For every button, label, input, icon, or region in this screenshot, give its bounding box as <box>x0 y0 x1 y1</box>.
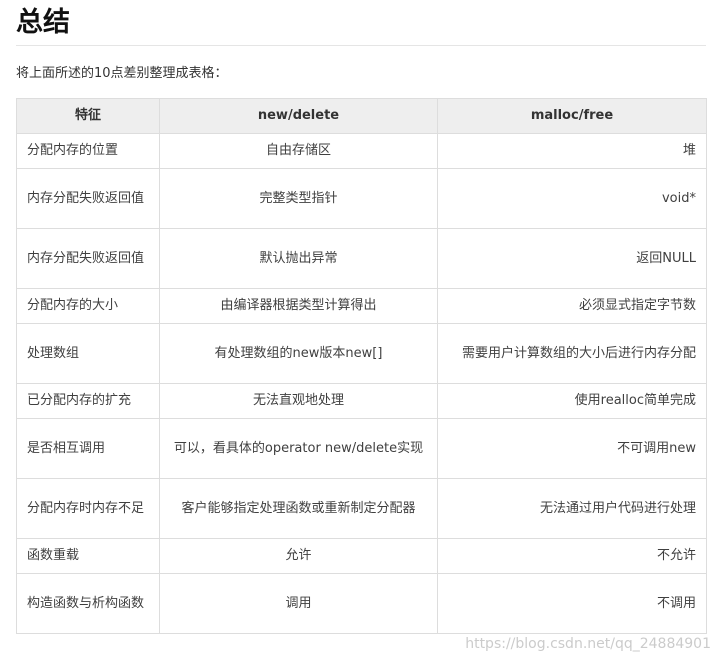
cell-malloc-free: 不可调用new <box>437 418 707 479</box>
table-row: 已分配内存的扩充 无法直观地处理 使用realloc简单完成 <box>16 383 707 419</box>
comparison-table: 特征 new/delete malloc/free 分配内存的位置 自由存储区 … <box>16 98 707 634</box>
table-row: 分配内存的位置 自由存储区 堆 <box>16 133 707 169</box>
cell-malloc-free: 使用realloc简单完成 <box>437 383 707 419</box>
cell-new-delete: 自由存储区 <box>159 133 438 169</box>
cell-feature: 函数重载 <box>16 538 160 574</box>
header-new-delete: new/delete <box>159 98 438 134</box>
table-row: 构造函数与析构函数 调用 不调用 <box>16 573 707 634</box>
cell-malloc-free: 无法通过用户代码进行处理 <box>437 478 707 539</box>
cell-malloc-free: 堆 <box>437 133 707 169</box>
article-body: 总结 将上面所述的10点差别整理成表格： 特征 new/delete mallo… <box>16 0 707 634</box>
watermark: https://blog.csdn.net/qq_24884901 <box>465 636 711 652</box>
cell-malloc-free: void* <box>437 168 707 229</box>
table-row: 内存分配失败返回值 完整类型指针 void* <box>16 168 707 229</box>
cell-new-delete: 默认抛出异常 <box>159 228 438 289</box>
cell-new-delete: 由编译器根据类型计算得出 <box>159 288 438 324</box>
intro-text: 将上面所述的10点差别整理成表格： <box>16 66 228 81</box>
table-row: 分配内存时内存不足 客户能够指定处理函数或重新制定分配器 无法通过用户代码进行处… <box>16 478 707 539</box>
cell-new-delete: 客户能够指定处理函数或重新制定分配器 <box>159 478 438 539</box>
cell-feature: 内存分配失败返回值 <box>16 228 160 289</box>
cell-new-delete: 可以，看具体的operator new/delete实现 <box>159 418 438 479</box>
cell-feature: 内存分配失败返回值 <box>16 168 160 229</box>
cell-new-delete: 无法直观地处理 <box>159 383 438 419</box>
page-title: 总结 <box>16 6 706 46</box>
table-row: 内存分配失败返回值 默认抛出异常 返回NULL <box>16 228 707 289</box>
cell-feature: 分配内存的位置 <box>16 133 160 169</box>
cell-feature: 分配内存时内存不足 <box>16 478 160 539</box>
cell-malloc-free: 不调用 <box>437 573 707 634</box>
table-row: 函数重载 允许 不允许 <box>16 538 707 574</box>
cell-new-delete: 完整类型指针 <box>159 168 438 229</box>
cell-new-delete: 允许 <box>159 538 438 574</box>
cell-feature: 处理数组 <box>16 323 160 384</box>
table-row: 处理数组 有处理数组的new版本new[] 需要用户计算数组的大小后进行内存分配 <box>16 323 707 384</box>
cell-malloc-free: 需要用户计算数组的大小后进行内存分配 <box>437 323 707 384</box>
header-feature: 特征 <box>16 98 160 134</box>
header-malloc-free: malloc/free <box>437 98 707 134</box>
table-header-row: 特征 new/delete malloc/free <box>16 98 707 134</box>
cell-malloc-free: 返回NULL <box>437 228 707 289</box>
cell-new-delete: 有处理数组的new版本new[] <box>159 323 438 384</box>
cell-feature: 已分配内存的扩充 <box>16 383 160 419</box>
table-row: 是否相互调用 可以，看具体的operator new/delete实现 不可调用… <box>16 418 707 479</box>
cell-malloc-free: 不允许 <box>437 538 707 574</box>
cell-feature: 是否相互调用 <box>16 418 160 479</box>
cell-new-delete: 调用 <box>159 573 438 634</box>
cell-malloc-free: 必须显式指定字节数 <box>437 288 707 324</box>
cell-feature: 分配内存的大小 <box>16 288 160 324</box>
cell-feature: 构造函数与析构函数 <box>16 573 160 634</box>
table-row: 分配内存的大小 由编译器根据类型计算得出 必须显式指定字节数 <box>16 288 707 324</box>
